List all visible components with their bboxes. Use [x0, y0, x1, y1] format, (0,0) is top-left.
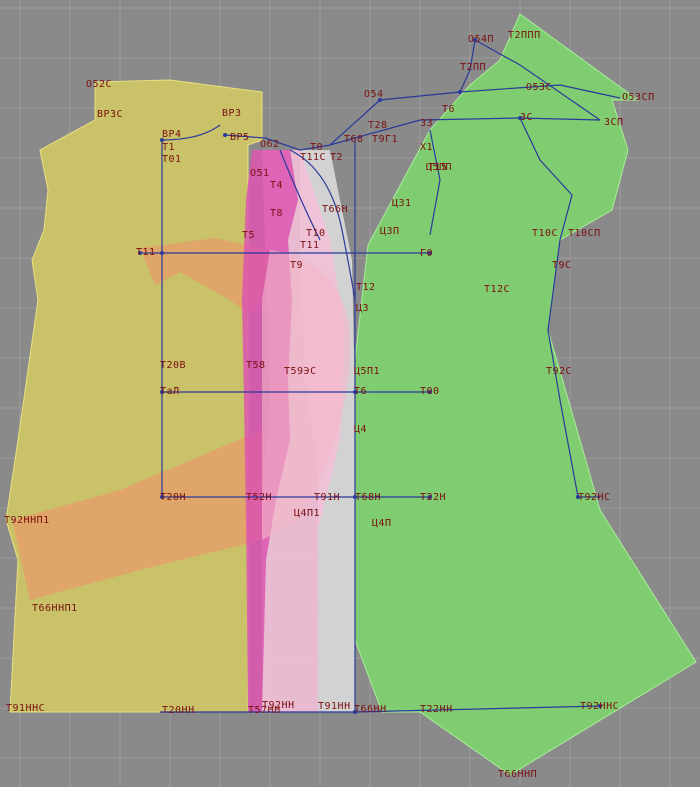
label-t10b: Т10 — [306, 228, 326, 239]
label-t91n: Т91Н — [314, 492, 340, 503]
label-t9g1: Т9Г1 — [372, 134, 398, 145]
label-t91nnc: Т91ННС — [6, 703, 45, 714]
label-z00: Т00 — [420, 386, 440, 397]
label-t33: 33 — [420, 118, 433, 129]
label-t28: Т28 — [368, 120, 388, 131]
label-x1: Х1 — [420, 142, 433, 153]
label-vr4: ВР4 — [162, 129, 182, 140]
label-t4p1: Ц4П1 — [294, 508, 320, 519]
label-t10cp: Т10СП — [568, 228, 601, 239]
label-t66nnp: Т66ННП — [498, 769, 537, 780]
label-t22nn: Т22НН — [420, 704, 453, 715]
label-t92nc: Т92НС — [578, 492, 611, 503]
label-t15: Т15 — [428, 162, 448, 173]
label-t92nn: Т92НН — [262, 700, 295, 711]
label-t8: Т8 — [270, 208, 283, 219]
label-t5: Т5 — [242, 230, 255, 241]
label-o54: О54 — [364, 89, 384, 100]
pattern-canvas[interactable]: О52С ВР3С ВР3 ВР4 Т1 Т01 ВР5 О51 Т4 Т8 Т… — [0, 0, 700, 787]
label-t66nnp1: Т66ННП1 — [32, 603, 78, 614]
label-vr3c: ВР3С — [97, 109, 123, 120]
label-t20b: Т20В — [160, 360, 186, 371]
label-o52c: О52С — [86, 79, 112, 90]
label-t91nn: Т91НН — [318, 701, 351, 712]
label-t14: Ц4 — [354, 424, 367, 435]
label-o54p: О54П — [468, 34, 494, 45]
label-t20nn: Т20НН — [162, 705, 195, 716]
label-t66nn: Т66НН — [354, 704, 387, 715]
label-t12: Т12 — [356, 282, 376, 293]
label-t13: Ц3 — [356, 303, 369, 314]
label-o51: О51 — [250, 168, 270, 179]
label-t68: Т68 — [344, 134, 364, 145]
label-t20n: Т20Н — [160, 492, 186, 503]
label-t6: Т6 — [442, 104, 455, 115]
label-t92nnp1: Т92ННП1 — [4, 515, 50, 526]
label-t3cp: 3СП — [604, 117, 624, 128]
label-t2: Т2 — [330, 152, 343, 163]
label-t62b: О62 — [260, 139, 280, 150]
front-panel[interactable] — [354, 13, 697, 776]
label-t11: Т11 — [136, 247, 156, 258]
label-o53cp: О53СП — [622, 92, 655, 103]
label-t1: Т1 — [162, 142, 175, 153]
label-t2ppp: Т2ППП — [508, 30, 541, 41]
label-t592c: Т59ЭС — [284, 366, 317, 377]
back-panel[interactable] — [5, 79, 263, 713]
label-t5p1: Ц5П1 — [354, 366, 380, 377]
label-t3p: Ц3П — [380, 226, 400, 237]
label-o53c: О53С — [526, 82, 552, 93]
label-t3c: 3С — [520, 112, 533, 123]
label-vr5: ВР5 — [230, 132, 250, 143]
label-t6b: Т6 — [354, 386, 367, 397]
label-t66n: Т66Н — [322, 204, 348, 215]
label-t9: Т9 — [290, 260, 303, 271]
label-vr3: ВР3 — [222, 108, 242, 119]
label-t58: Т58 — [246, 360, 266, 371]
label-t11b: Т11 — [300, 240, 320, 251]
label-t22n: Т22Н — [420, 492, 446, 503]
label-t12c: Т12С — [484, 284, 510, 295]
label-t52n: Т52Н — [246, 492, 272, 503]
label-tal: ТаЛ — [160, 386, 180, 397]
label-t01: Т01 — [162, 154, 182, 165]
pattern-drawing: О52С ВР3С ВР3 ВР4 Т1 Т01 ВР5 О51 Т4 Т8 Т… — [0, 0, 700, 787]
label-t92c: Т92С — [546, 366, 572, 377]
label-t2pp: Т2ПП — [460, 62, 486, 73]
label-t4: Т4 — [270, 180, 283, 191]
label-t31: Ц31 — [392, 198, 412, 209]
label-t68n: Т68Н — [355, 492, 381, 503]
label-t11c: Т11С — [300, 152, 326, 163]
label-g0: Г0 — [420, 248, 433, 259]
label-t10c: Т10С — [532, 228, 558, 239]
label-t9c: Т9С — [552, 260, 572, 271]
label-t92nnc: Т92ННС — [580, 701, 619, 712]
label-t4p: Ц4П — [372, 518, 392, 529]
